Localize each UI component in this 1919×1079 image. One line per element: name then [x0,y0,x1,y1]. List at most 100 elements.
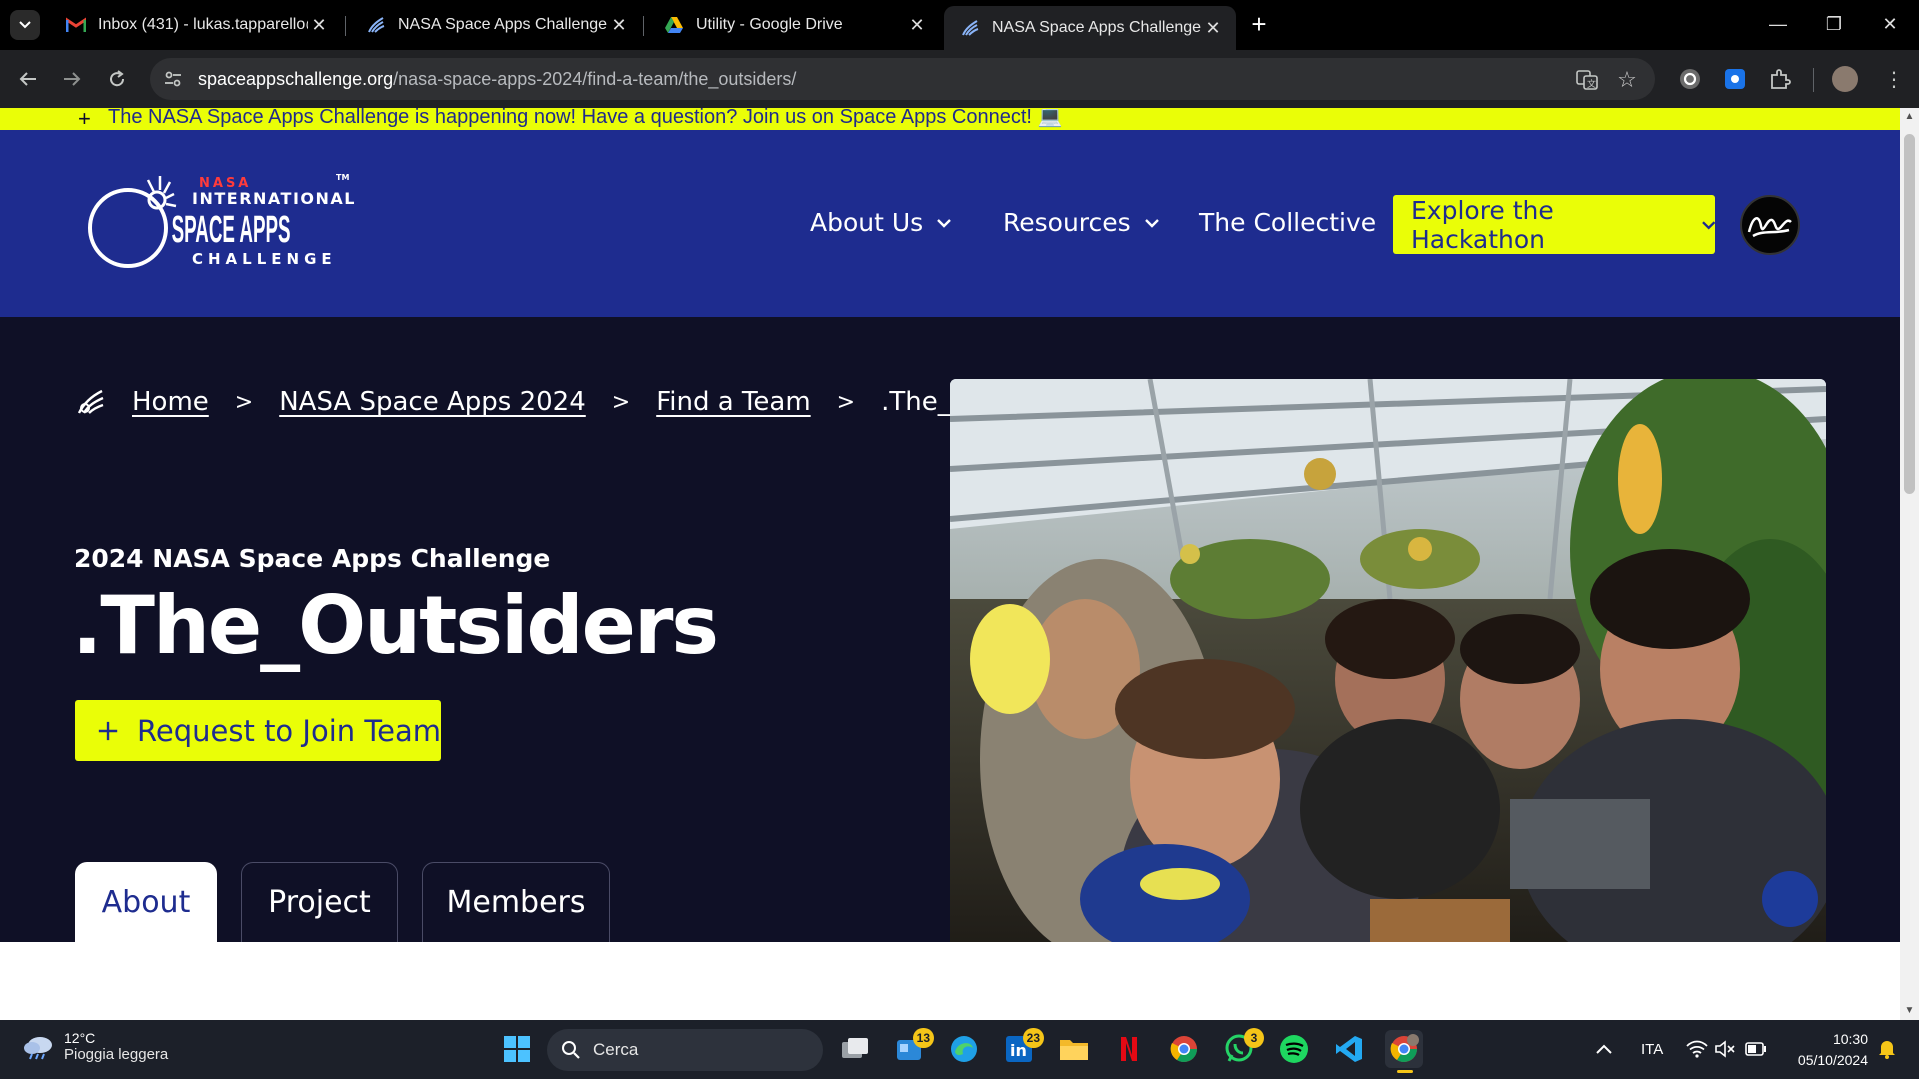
minimize-button[interactable]: — [1758,8,1798,40]
bookmark-star-icon[interactable]: ☆ [1615,67,1639,92]
site-header: NASA INTERNATIONAL SPACE APPS CHALLENGE … [0,130,1900,317]
tab-about[interactable]: About [75,862,217,942]
breadcrumb: Home > NASA Space Apps 2024 > Find a Tea… [76,387,1075,417]
windows-taskbar: 12°C Pioggia leggera Cerca 13 in 23 3 IT… [0,1020,1919,1079]
team-photo [950,379,1826,942]
scrollbar-thumb[interactable] [1904,134,1915,494]
close-icon[interactable]: ✕ [608,14,630,36]
breadcrumb-event[interactable]: NASA Space Apps 2024 [279,387,586,417]
explore-hackathon-button[interactable]: Explore the Hackathon [1393,195,1715,254]
address-bar[interactable]: spaceappschallenge.org/nasa-space-apps-2… [150,58,1655,100]
clock-time: 10:30 [1832,1031,1868,1047]
clock-date: 05/10/2024 [1797,1052,1868,1068]
chevron-right-icon: > [836,389,856,415]
avatar-tag-art-icon [1747,217,1792,238]
browser-tab-space-apps[interactable]: NASA Space Apps Challenge ✕ [350,6,642,44]
page-scrollbar[interactable]: ▲ ▼ [1900,108,1919,1020]
chrome-profile-icon[interactable] [1385,1030,1423,1073]
browser-tab-google-drive[interactable]: Utility - Google Drive ✕ [648,6,940,44]
breadcrumb-home[interactable]: Home [132,387,209,417]
nav-about-us[interactable]: About Us [810,208,952,237]
close-icon[interactable]: ✕ [1202,17,1224,39]
browser-tab-space-apps-active[interactable]: NASA Space Apps Challenge ✕ [944,6,1236,50]
chevron-right-icon: > [611,389,631,415]
translate-icon[interactable]: 文 [1575,68,1599,92]
space-apps-home-icon[interactable] [76,387,106,417]
tab-title: NASA Space Apps Challenge [992,19,1202,36]
menu-icon[interactable]: ⋮ [1880,65,1908,93]
taskbar-search[interactable]: Cerca [547,1029,823,1071]
nav-about-us-label: About Us [810,208,924,237]
team-tabs: About Project Members [75,862,634,942]
content-area [0,942,1900,1020]
reload-icon [110,70,125,87]
chrome-icon[interactable] [1165,1030,1203,1068]
tab-divider [643,16,644,36]
vscode-icon[interactable] [1330,1030,1368,1068]
browser-tab-bar: Inbox (431) - lukas.tapparello@ ✕ NASA S… [0,0,1919,50]
tab-search-button[interactable] [10,10,40,40]
edge-icon[interactable] [945,1030,983,1068]
nav-the-collective[interactable]: The Collective [1199,208,1376,237]
user-avatar[interactable] [1740,195,1800,255]
request-to-join-button[interactable]: Request to Join Team [75,700,441,761]
rain-cloud-icon [24,1036,52,1059]
nav-resources-label: Resources [1003,208,1131,237]
close-icon[interactable]: ✕ [308,14,330,36]
chevron-down-icon [1144,218,1159,228]
restore-button[interactable]: ❐ [1814,8,1854,40]
tab-members[interactable]: Members [422,862,610,942]
site-info-icon[interactable] [162,68,184,90]
reload-button[interactable] [101,63,133,95]
arrow-right-icon [64,72,81,86]
google-drive-icon [664,15,684,35]
windows-start-icon[interactable] [498,1030,536,1068]
scroll-up-icon[interactable]: ▲ [1904,112,1915,122]
back-button[interactable] [12,63,44,95]
netflix-icon[interactable] [1110,1030,1148,1068]
request-to-join-label: Request to Join Team [137,713,441,748]
gmail-icon [66,15,86,35]
whatsapp-icon[interactable]: 3 [1220,1028,1264,1068]
puzzle-icon[interactable] [1766,65,1794,93]
plus-icon [98,721,118,740]
event-subtitle: 2024 NASA Space Apps Challenge [74,544,551,573]
profile-avatar[interactable] [1832,66,1858,92]
extension-icon[interactable] [1721,65,1749,93]
input-language[interactable]: ITA [1641,1041,1663,1058]
team-hero-section: Home > NASA Space Apps 2024 > Find a Tea… [0,317,1900,942]
close-icon[interactable]: ✕ [906,14,928,36]
active-app-indicator [1397,1070,1413,1073]
nav-resources[interactable]: Resources [1003,208,1159,237]
breadcrumb-find-team[interactable]: Find a Team [656,387,810,417]
file-explorer-icon[interactable] [1055,1030,1093,1068]
browser-tab-gmail[interactable]: Inbox (431) - lukas.tapparello@ ✕ [50,6,342,44]
tab-project[interactable]: Project [241,862,398,942]
tab-title: Utility - Google Drive [696,16,843,33]
close-window-button[interactable]: ✕ [1870,8,1910,40]
widgets-icon[interactable]: 13 [890,1028,934,1068]
chevron-down-icon [1701,220,1715,229]
widgets-badge: 13 [912,1028,934,1048]
new-tab-button[interactable]: + [1246,11,1272,38]
notification-bell-icon[interactable] [1868,1030,1906,1068]
space-apps-logo[interactable]: NASA INTERNATIONAL SPACE APPS CHALLENGE … [88,170,358,280]
forward-button[interactable] [56,63,88,95]
chevron-down-icon [19,21,31,29]
weather-temperature: 12°C [64,1030,96,1046]
linkedin-badge: 23 [1022,1028,1044,1048]
spotify-icon[interactable] [1275,1030,1313,1068]
svg-text:SPACE APPS: SPACE APPS [172,209,291,251]
linkedin-icon[interactable]: in 23 [1000,1028,1044,1068]
scroll-down-icon[interactable]: ▼ [1904,1006,1915,1016]
tab-divider [345,16,346,36]
chevron-up-icon[interactable] [1585,1030,1623,1068]
system-clock[interactable]: 10:30 05/10/2024 [1770,1029,1868,1071]
grammarly-icon[interactable] [1676,65,1704,93]
svg-text:CHALLENGE: CHALLENGE [192,250,337,268]
nav-collective-label: The Collective [1199,208,1377,237]
svg-text:文: 文 [1587,78,1596,90]
weather-widget[interactable]: 12°C Pioggia leggera [22,1030,168,1063]
announcement-banner[interactable]: + The NASA Space Apps Challenge is happe… [0,108,1900,130]
task-view-icon[interactable] [836,1030,874,1068]
